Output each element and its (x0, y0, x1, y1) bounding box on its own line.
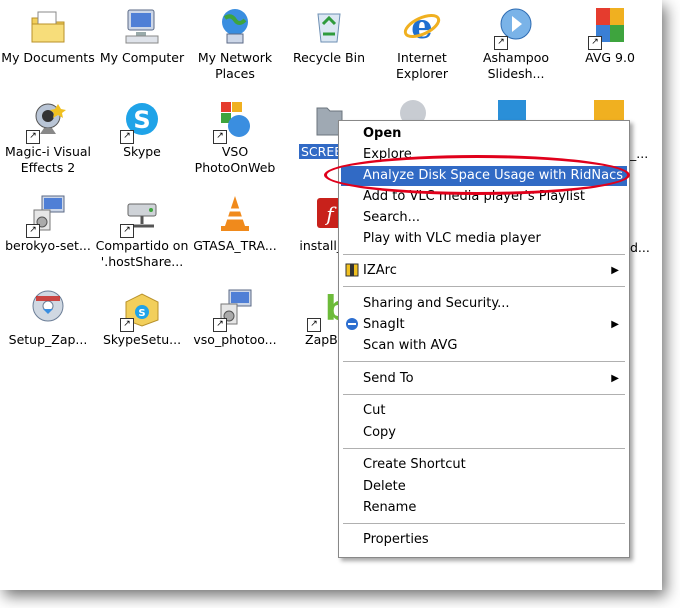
menu-item-sharing-security[interactable]: Sharing and Security... (341, 294, 627, 314)
menu-separator (343, 394, 625, 395)
network-places-icon (215, 6, 255, 46)
menu-item-delete[interactable]: Delete (341, 477, 627, 497)
my-computer-icon (122, 6, 162, 46)
icon-label: Compartido on '.hostShare... (95, 238, 189, 269)
desktop-icon-vso-photoonweb[interactable]: ↗ VSO PhotoOnWeb (187, 100, 283, 176)
vso-installer-icon: ↗ (213, 288, 255, 332)
icon-label: Recycle Bin (292, 50, 366, 65)
menu-separator (343, 448, 625, 449)
desktop-icon-berokyo-setup[interactable]: ↗ berokyo-set... (0, 194, 96, 254)
icon-label: vso_photoo... (193, 332, 277, 347)
izarc-icon (345, 263, 359, 277)
shortcut-arrow-icon: ↗ (213, 130, 227, 144)
snagit-icon (345, 317, 359, 331)
icon-label: Magic-i Visual Effects 2 (5, 144, 91, 175)
menu-item-search[interactable]: Search... (341, 208, 627, 228)
skype-setup-icon: S ↗ (120, 288, 162, 332)
desktop-icon-avg[interactable]: ↗ AVG 9.0 (562, 6, 658, 66)
shortcut-arrow-icon: ↗ (120, 318, 134, 332)
menu-separator (343, 254, 625, 255)
svg-text:S: S (138, 308, 145, 319)
recycle-bin-icon (309, 6, 349, 46)
hidden-icon-partial (594, 100, 624, 120)
icon-label: My Network Places (197, 50, 273, 81)
submenu-arrow-icon: ▶ (611, 373, 619, 384)
menu-separator (343, 361, 625, 362)
menu-item-copy[interactable]: Copy (341, 423, 627, 443)
desktop-icon-setup-zap[interactable]: Setup_Zap... (0, 288, 96, 348)
desktop-icon-skype-setup[interactable]: S ↗ SkypeSetu... (94, 288, 190, 348)
desktop: My Documents My Computer My Network Plac… (0, 0, 662, 590)
svg-text:e: e (411, 7, 433, 46)
icon-label: Skype (123, 144, 161, 159)
desktop-icon-my-network-places[interactable]: My Network Places (187, 6, 283, 82)
icon-label: AVG 9.0 (585, 50, 635, 65)
menu-item-cut[interactable]: Cut (341, 401, 627, 421)
setup-disc-icon (28, 288, 68, 328)
icon-label: VSO PhotoOnWeb (194, 144, 276, 175)
icon-label: berokyo-set... (5, 238, 91, 253)
menu-item-izarc[interactable]: IZArc ▶ (341, 261, 627, 281)
submenu-arrow-icon: ▶ (611, 265, 619, 276)
ashampoo-icon: ↗ (494, 6, 536, 50)
menu-item-create-shortcut[interactable]: Create Shortcut (341, 455, 627, 475)
shortcut-arrow-icon: ↗ (494, 36, 508, 50)
partial-label: _... (630, 146, 649, 161)
desktop-icon-ashampoo[interactable]: ↗ Ashampoo Slidesh... (468, 6, 564, 82)
menu-item-properties[interactable]: Properties (341, 530, 627, 550)
icon-label: Setup_Zap... (8, 332, 88, 347)
partial-label: d... (630, 240, 650, 255)
desktop-icon-my-computer[interactable]: My Computer (94, 6, 190, 66)
my-documents-icon (28, 6, 68, 46)
desktop-icon-vso-photoo[interactable]: ↗ vso_photoo... (187, 288, 283, 348)
icon-label: My Computer (99, 50, 185, 65)
icon-label: My Documents (1, 50, 95, 65)
internet-explorer-icon: e (402, 6, 442, 47)
submenu-arrow-icon: ▶ (611, 319, 619, 330)
icon-label: SkypeSetu... (102, 332, 182, 347)
shortcut-arrow-icon: ↗ (307, 318, 321, 332)
menu-item-snagit[interactable]: SnagIt ▶ (341, 315, 627, 335)
menu-separator (343, 523, 625, 524)
shortcut-arrow-icon: ↗ (120, 130, 134, 144)
menu-item-open[interactable]: Open (341, 124, 627, 144)
avg-icon: ↗ (588, 6, 630, 50)
shortcut-arrow-icon: ↗ (588, 36, 602, 50)
menu-item-scan-avg[interactable]: Scan with AVG (341, 336, 627, 356)
menu-separator (343, 286, 625, 287)
svg-text:S: S (133, 106, 150, 134)
shortcut-arrow-icon: ↗ (26, 224, 40, 238)
menu-item-play-vlc[interactable]: Play with VLC media player (341, 229, 627, 249)
desktop-icon-my-documents[interactable]: My Documents (0, 6, 96, 66)
skype-icon: S ↗ (120, 100, 162, 144)
desktop-icon-skype[interactable]: S ↗ Skype (94, 100, 190, 160)
icon-label: Ashampoo Slidesh... (482, 50, 550, 81)
webcam-icon: ↗ (26, 100, 68, 144)
menu-item-rename[interactable]: Rename (341, 498, 627, 518)
desktop-icon-gtasa[interactable]: GTASA_TRA... (187, 194, 283, 254)
menu-item-send-to[interactable]: Send To ▶ (341, 369, 627, 389)
shortcut-arrow-icon: ↗ (26, 130, 40, 144)
desktop-icon-magic-i[interactable]: ↗ Magic-i Visual Effects 2 (0, 100, 96, 176)
shortcut-arrow-icon: ↗ (213, 318, 227, 332)
desktop-icon-internet-explorer[interactable]: e Internet Explorer (374, 6, 470, 82)
annotation-ellipse (324, 155, 630, 195)
shortcut-arrow-icon: ↗ (120, 224, 134, 238)
icon-label: GTASA_TRA... (193, 238, 277, 253)
desktop-icon-recycle-bin[interactable]: Recycle Bin (281, 6, 377, 66)
vso-photo-icon: ↗ (213, 100, 255, 144)
icon-label: Internet Explorer (395, 50, 449, 81)
installer-icon: ↗ (26, 194, 68, 238)
vlc-cone-icon (215, 194, 255, 234)
network-drive-icon: ↗ (120, 194, 162, 238)
desktop-icon-compartido[interactable]: ↗ Compartido on '.hostShare... (94, 194, 190, 270)
